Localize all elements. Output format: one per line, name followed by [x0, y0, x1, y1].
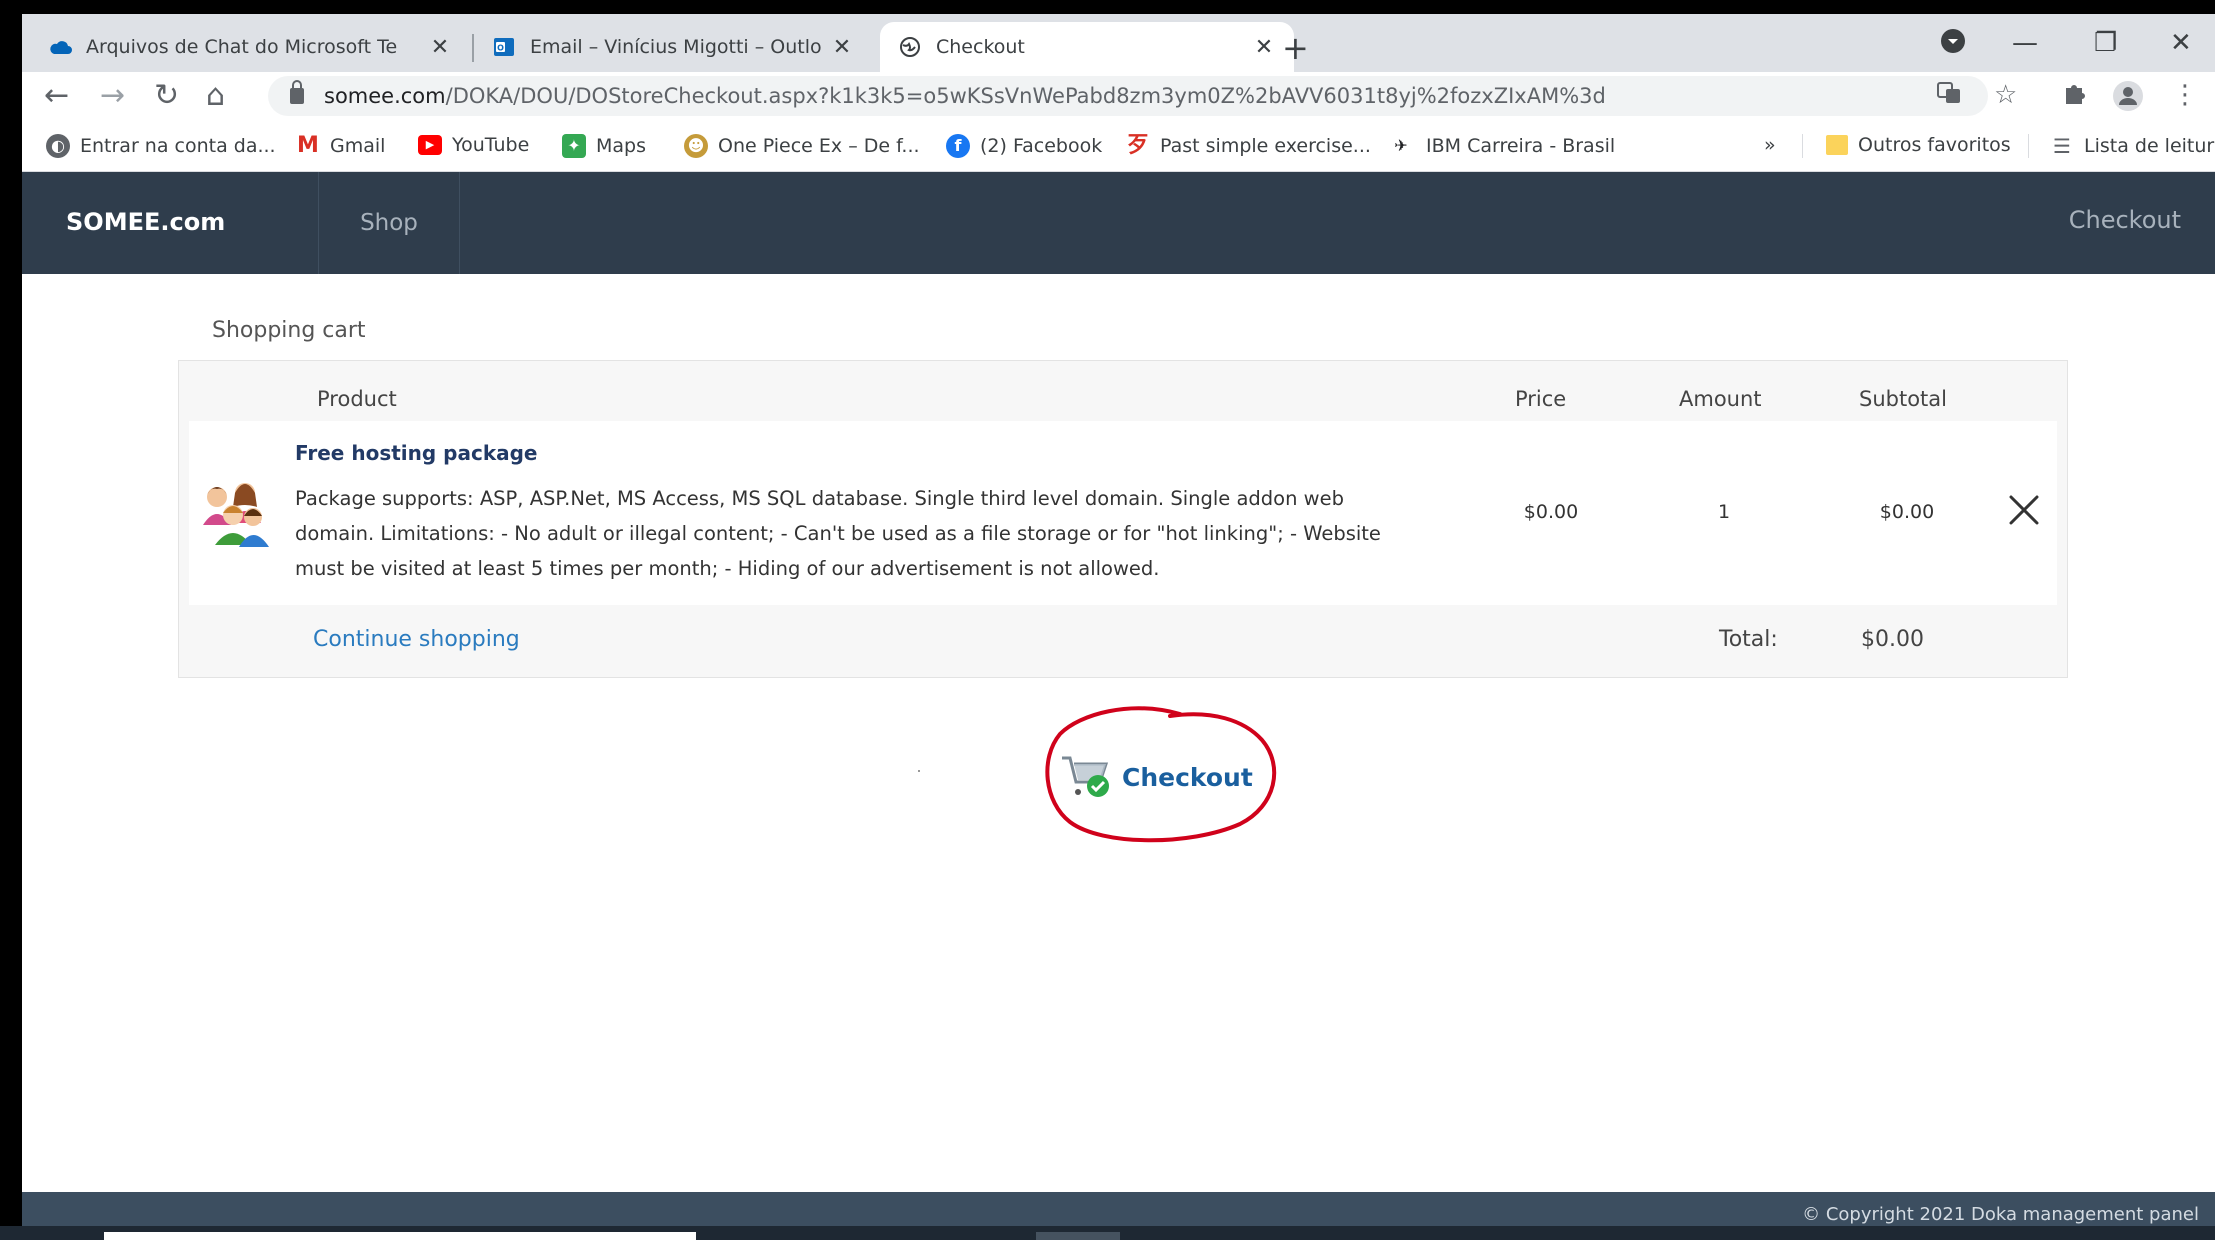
bookmark-item[interactable]: ▶ YouTube	[418, 134, 529, 156]
bookmark-label: Entrar na conta da...	[80, 135, 276, 157]
more-bookmarks-button[interactable]: »	[1764, 134, 1776, 156]
lock-icon	[290, 80, 304, 104]
bookmark-item[interactable]: ✦ Maps	[562, 134, 646, 158]
address-bar[interactable]: somee.com/DOKA/DOU/DOStoreCheckout.aspx?…	[268, 76, 1988, 116]
product-description: Package supports: ASP, ASP.Net, MS Acces…	[295, 487, 1381, 580]
header-subtotal: Subtotal	[1859, 387, 1947, 411]
header-product: Product	[317, 387, 397, 411]
bookmark-label: Gmail	[330, 135, 386, 157]
reading-list-label: Lista de leitura	[2084, 135, 2215, 157]
tab-strip: Arquivos de Chat do Microsoft Te ✕ O Ema…	[22, 14, 2215, 72]
globe-icon	[898, 35, 922, 59]
taskbar-strip	[0, 1226, 2215, 1240]
bookmark-star-icon[interactable]: ☆	[1994, 80, 2017, 110]
other-favorites-label: Outros favoritos	[1858, 134, 2011, 156]
total-label: Total:	[1719, 627, 1778, 652]
gmail-icon: M	[297, 133, 319, 158]
past-simple-icon: ⽍	[1126, 133, 1149, 158]
product-name-link[interactable]: Free hosting package	[295, 441, 538, 465]
nav-shop-link[interactable]: Shop	[318, 172, 460, 274]
restore-icon[interactable]: ❐	[2094, 28, 2117, 58]
menu-kebab-icon[interactable]: ⋮	[2172, 80, 2198, 110]
tab-outlook-email[interactable]: O Email – Vinícius Migotti – Outlook ✕	[474, 22, 872, 72]
close-icon[interactable]: ✕	[1252, 35, 1276, 60]
reload-icon[interactable]: ↻	[154, 78, 179, 114]
bookmarks-divider	[2028, 134, 2029, 158]
taskbar-window-item	[104, 1232, 696, 1240]
tab-checkout[interactable]: Checkout ✕	[880, 22, 1294, 72]
bookmark-label: YouTube	[452, 134, 530, 156]
item-amount: 1	[1717, 501, 1731, 523]
stray-dot	[918, 770, 920, 772]
browser-toolbar: ← → ↻ ⌂ somee.com/DOKA/DOU/DOStoreChecko…	[22, 72, 2215, 122]
one-piece-icon: ☻	[684, 134, 708, 158]
remove-item-icon[interactable]	[2007, 493, 2041, 527]
copyright-text: © Copyright 2021 Doka management panel	[1802, 1204, 2199, 1225]
bookmark-label: Past simple exercise...	[1160, 135, 1371, 157]
tab-title: Email – Vinícius Migotti – Outlook	[530, 36, 822, 58]
reading-list-button[interactable]: ☰ Lista de leitura	[2050, 134, 2215, 158]
close-icon[interactable]: ✕	[830, 35, 854, 60]
tab-title: Checkout	[936, 36, 1025, 58]
nav-checkout-link[interactable]: Checkout	[2069, 206, 2181, 234]
close-window-icon[interactable]: ✕	[2170, 28, 2192, 58]
extensions-icon[interactable]	[2062, 80, 2088, 113]
header-amount: Amount	[1679, 387, 1762, 411]
tab-teams-chat-files[interactable]: Arquivos de Chat do Microsoft Te ✕	[30, 22, 470, 72]
profile-avatar-icon[interactable]	[2112, 80, 2144, 119]
bookmark-item[interactable]: M Gmail	[296, 134, 385, 158]
url-path: /DOKA/DOU/DOStoreCheckout.aspx?k1k3k5=o5…	[445, 84, 1606, 108]
globe-icon: ◐	[46, 134, 70, 158]
site-brand[interactable]: SOMEE.com	[66, 208, 225, 236]
outlook-icon: O	[492, 35, 516, 59]
close-icon[interactable]: ✕	[428, 35, 452, 60]
bookmark-item[interactable]: ✈ IBM Carreira - Brasil	[1386, 134, 1615, 158]
svg-text:O: O	[497, 44, 504, 53]
red-annotation-circle	[1045, 706, 1277, 843]
bookmark-item[interactable]: ☻ One Piece Ex – De f...	[684, 134, 920, 158]
bookmark-label: One Piece Ex – De f...	[718, 135, 920, 157]
minimize-icon[interactable]: —	[2012, 28, 2038, 58]
item-subtotal: $0.00	[1879, 501, 1935, 523]
bookmark-item[interactable]: ◐ Entrar na conta da...	[46, 134, 276, 158]
cart-table: Product Price Amount Subtotal Free hosti…	[178, 360, 2068, 678]
translate-icon[interactable]	[1936, 80, 1962, 113]
item-price: $0.00	[1523, 501, 1579, 523]
cart-title: Shopping cart	[212, 318, 366, 343]
facebook-icon: f	[946, 134, 970, 158]
bookmarks-bar: ◐ Entrar na conta da... M Gmail ▶ YouTub…	[22, 122, 2215, 172]
cart-item-row: Free hosting package Package supports: A…	[189, 421, 2057, 605]
continue-shopping-link[interactable]: Continue shopping	[313, 627, 520, 652]
onedrive-cloud-icon	[48, 35, 72, 59]
taskbar-window-item	[1036, 1232, 1120, 1240]
people-group-icon	[203, 483, 269, 547]
back-icon[interactable]: ←	[44, 78, 69, 114]
site-navbar: SOMEE.com Shop Checkout	[22, 172, 2215, 274]
home-icon[interactable]: ⌂	[206, 78, 225, 114]
page-content: SOMEE.com Shop Checkout Shopping cart Pr…	[22, 172, 2215, 1240]
bookmark-item[interactable]: f (2) Facebook	[946, 134, 1102, 158]
reading-list-icon: ☰	[2053, 134, 2071, 158]
total-value: $0.00	[1861, 627, 1924, 652]
folder-icon	[1826, 135, 1848, 155]
maps-icon: ✦	[562, 134, 586, 158]
checkout-area: Checkout	[1040, 706, 1280, 844]
other-favorites-folder[interactable]: Outros favoritos	[1826, 134, 2011, 156]
ibm-icon: ✈	[1394, 136, 1408, 155]
bookmark-label: (2) Facebook	[980, 135, 1103, 157]
url-host: somee.com	[324, 84, 446, 108]
forward-icon[interactable]: →	[100, 78, 125, 114]
bookmark-label: IBM Carreira - Brasil	[1426, 135, 1616, 157]
new-tab-button[interactable]: +	[1282, 32, 1309, 64]
more-bookmarks-label: »	[1764, 134, 1776, 156]
header-price: Price	[1515, 387, 1567, 411]
browser-window: Arquivos de Chat do Microsoft Te ✕ O Ema…	[22, 14, 2215, 1240]
tab-title: Arquivos de Chat do Microsoft Te	[86, 36, 398, 58]
bookmarks-divider	[1802, 134, 1803, 158]
youtube-icon: ▶	[418, 135, 442, 155]
bookmark-item[interactable]: ⽍ Past simple exercise...	[1126, 134, 1371, 158]
bookmark-label: Maps	[596, 135, 646, 157]
profile-dropdown-icon[interactable]	[1940, 28, 1966, 61]
